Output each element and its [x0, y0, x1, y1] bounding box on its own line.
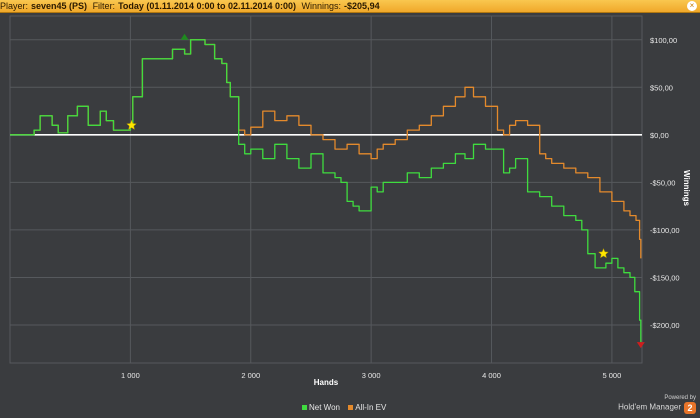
- annotations: [126, 33, 645, 349]
- header-bar: Player: seven45 (PS) Filter: Today (01.11.…: [0, 0, 700, 13]
- x-tick-label: 3 000: [362, 371, 381, 380]
- winnings-value: -$205,94: [344, 1, 380, 11]
- branding: Powered by Hold'em Manager 2: [618, 395, 696, 414]
- legend-swatch-all-in-ev: [348, 405, 354, 411]
- player-value: seven45 (PS): [31, 1, 88, 11]
- x-tick-label: 1 000: [121, 371, 140, 380]
- series-line-net-won: [10, 39, 642, 343]
- grid: [9, 15, 643, 364]
- product-name: Hold'em Manager: [618, 402, 681, 412]
- y-tick-label: $50,00: [650, 83, 673, 92]
- star-marker-icon: [126, 119, 137, 130]
- legend-label-all-in-ev[interactable]: All-In EV: [355, 403, 386, 412]
- series-line-all-in-ev: [10, 39, 642, 259]
- close-icon[interactable]: ×: [687, 1, 697, 11]
- player-label: Player:: [0, 1, 29, 11]
- star-marker-icon: [598, 248, 609, 259]
- y-tick-labels: $100,00 $50,00 $0,00 -$50,00 -$100,00 -$150,0…: [650, 36, 680, 330]
- hm2-logo-icon: 2: [684, 402, 696, 414]
- winnings-label: Winnings:: [301, 1, 342, 11]
- max-marker-icon: [180, 33, 189, 40]
- legend: Net Won All-In EV: [296, 403, 386, 412]
- legend-label-net-won[interactable]: Net Won: [309, 403, 340, 412]
- y-tick-label: $100,00: [650, 36, 677, 45]
- y-tick-label: -$50,00: [650, 178, 675, 187]
- x-tick-labels: 1 000 2 000 3 000 4 000 5 000: [121, 371, 621, 380]
- winnings-graph: $100,00 $50,00 $0,00 -$50,00 -$100,00 -$150,0…: [9, 15, 691, 387]
- plot-frame: [9, 15, 643, 364]
- x-tick-label: 5 000: [603, 371, 622, 380]
- legend-swatch-net-won: [302, 405, 307, 411]
- y-axis-label: Winnings: [682, 170, 691, 206]
- powered-by-text: Powered by: [664, 395, 696, 401]
- series-lines: [10, 39, 642, 343]
- x-axis-label: Hands: [314, 378, 339, 387]
- y-tick-label: $0,00: [650, 131, 669, 140]
- filter-label: Filter:: [92, 1, 116, 11]
- x-tick-label: 2 000: [241, 371, 260, 380]
- y-tick-label: -$200,00: [650, 321, 680, 330]
- y-tick-label: -$150,00: [650, 273, 680, 282]
- y-tick-label: -$100,00: [650, 226, 680, 235]
- x-tick-label: 4 000: [482, 371, 501, 380]
- min-marker-icon: [636, 342, 645, 349]
- filter-value: Today (01.11.2014 0:00 to 02.11.2014 0:0…: [118, 1, 297, 11]
